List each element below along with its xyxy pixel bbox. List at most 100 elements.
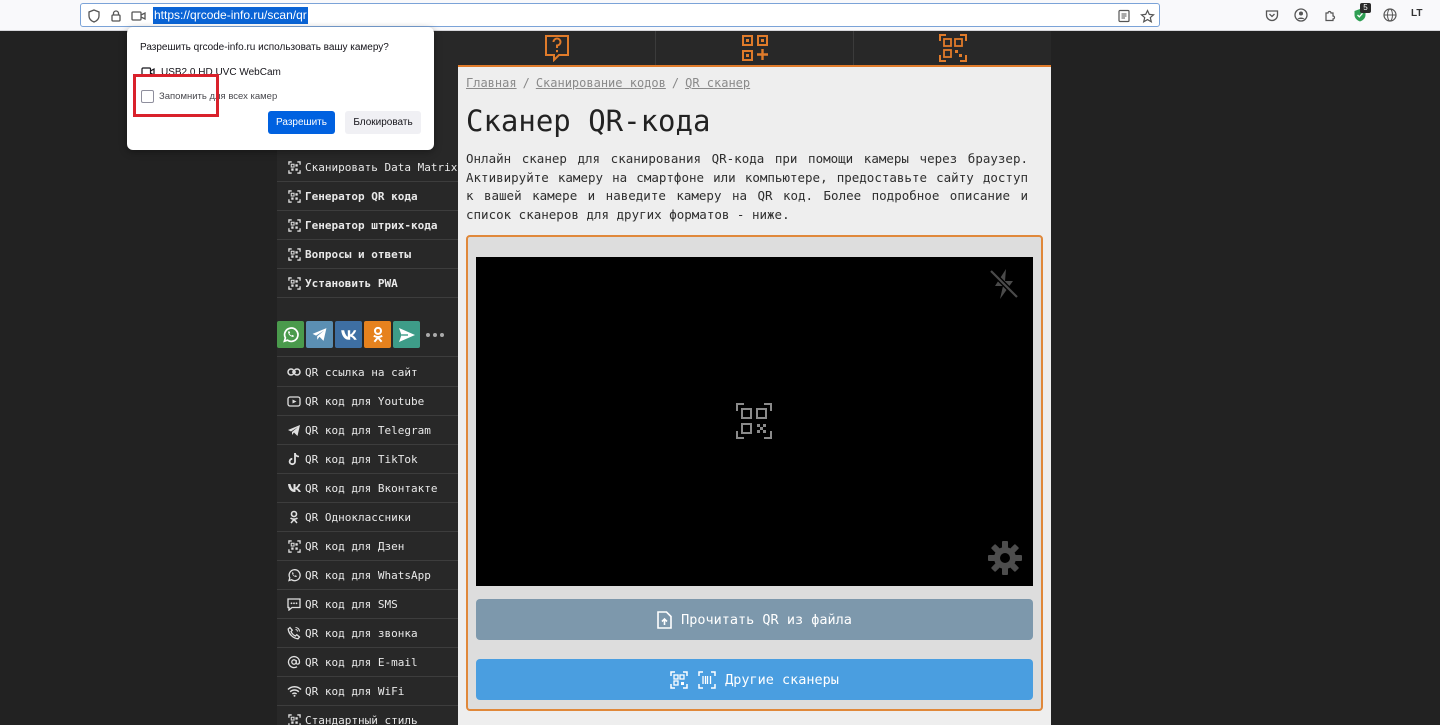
qr-icon <box>286 712 302 725</box>
sidebar-item[interactable]: Стандартный стиль <box>277 706 458 725</box>
sidebar-item-label: QR код для Вконтакте <box>305 481 438 495</box>
sidebar-item[interactable]: QR код для Telegram <box>277 416 458 445</box>
sidebar-item[interactable]: QR код для звонка <box>277 619 458 648</box>
sidebar-item-label: QR код для звонка <box>305 626 418 640</box>
barcode-scan-icon <box>698 670 716 689</box>
share-share-icon[interactable] <box>393 321 420 348</box>
sidebar-item[interactable]: QR Одноклассники <box>277 503 458 532</box>
whatsapp-icon <box>286 567 302 583</box>
main-content: Главная / Сканирование кодов / QR сканер Ска… <box>458 67 1051 725</box>
wifi-icon <box>286 683 302 699</box>
sidebar-item-label: QR код для Telegram <box>305 423 431 437</box>
qr-icon <box>286 188 302 204</box>
nav-qr-generator[interactable] <box>655 31 853 65</box>
lock-icon[interactable] <box>108 8 124 24</box>
breadcrumb: Главная / Сканирование кодов / QR сканер <box>466 76 750 90</box>
link-icon <box>286 364 302 380</box>
camera-permission-icon[interactable] <box>130 8 146 24</box>
sidebar-item-label: QR код для TikTok <box>305 452 418 466</box>
qr-scan-icon <box>670 670 688 689</box>
breadcrumb-qr-scanner[interactable]: QR сканер <box>685 76 750 90</box>
nav-qr-scanner[interactable] <box>853 31 1051 65</box>
camera-viewport[interactable] <box>476 257 1033 586</box>
sidebar-item[interactable]: QR код для SMS <box>277 590 458 619</box>
telegram-share-icon[interactable] <box>306 321 333 348</box>
whatsapp-share-icon[interactable] <box>277 321 304 348</box>
sidebar-item[interactable]: Вопросы и ответы <box>277 240 458 269</box>
vk-share-icon[interactable] <box>335 321 362 348</box>
sidebar-item-label: QR код для Youtube <box>305 394 425 408</box>
page-title: Сканер QR-кода <box>466 104 711 138</box>
scanner-panel: Прочитать QR из файла Другие сканеры <box>466 235 1043 711</box>
sidebar-item[interactable]: Установить PWA <box>277 269 458 298</box>
profile-label[interactable]: LT <box>1411 8 1429 19</box>
allow-button[interactable]: Разрешить <box>268 111 335 134</box>
pocket-icon[interactable] <box>1264 7 1280 23</box>
extension-badge: 5 <box>1360 3 1371 13</box>
breadcrumb-home[interactable]: Главная <box>466 76 517 90</box>
sidebar-item-label: QR код для WiFi <box>305 684 405 698</box>
address-bar[interactable]: https://qrcode-info.ru/scan/qr <box>80 3 1160 27</box>
sidebar-item[interactable]: QR код для Вконтакте <box>277 474 458 503</box>
breadcrumb-code-scanning[interactable]: Сканирование кодов <box>536 76 666 90</box>
sidebar-item[interactable]: QR код для Дзен <box>277 532 458 561</box>
sidebar-item-label: QR код для Дзен <box>305 539 405 553</box>
breadcrumb-separator: / <box>671 76 680 90</box>
other-scanners-button[interactable]: Другие сканеры <box>476 659 1033 700</box>
sidebar-item-label: QR код для WhatsApp <box>305 568 431 582</box>
sidebar-item-label: Генератор штрих-кода <box>305 218 438 232</box>
odnoklassniki-share-icon[interactable] <box>364 321 391 348</box>
top-nav <box>458 31 1051 67</box>
sidebar-item-label: QR код для SMS <box>305 597 398 611</box>
qr-plus-icon <box>741 35 768 61</box>
globe-icon[interactable] <box>1382 7 1398 23</box>
sidebar-item-label: Установить PWA <box>305 276 398 290</box>
sidebar-item[interactable]: QR код для WhatsApp <box>277 561 458 590</box>
odnoklassniki-icon <box>286 509 302 525</box>
other-scanners-label: Другие сканеры <box>725 671 839 688</box>
at-icon <box>286 654 302 670</box>
intro-text: Онлайн сканер для сканирования QR-кода п… <box>466 151 1028 222</box>
account-icon[interactable] <box>1293 7 1309 23</box>
nav-faq[interactable] <box>458 31 655 65</box>
permission-title: Разрешить qrcode-info.ru использовать ва… <box>140 42 389 53</box>
sidebar-item-label: QR ссылка на сайт <box>305 365 418 379</box>
qr-icon <box>286 538 302 554</box>
sidebar-item-label: Сканировать Data Matrix <box>305 160 458 174</box>
read-qr-from-file-label: Прочитать QR из файла <box>681 611 852 628</box>
file-upload-icon <box>657 610 672 629</box>
shield-icon[interactable] <box>86 8 102 24</box>
sidebar-item[interactable]: QR код для Youtube <box>277 387 458 416</box>
flash-off-icon[interactable] <box>987 267 1021 301</box>
settings-gear-icon[interactable] <box>987 540 1023 576</box>
sidebar-item[interactable]: Генератор QR кода <box>277 182 458 211</box>
tiktok-icon <box>286 451 302 467</box>
more-dots-icon[interactable] <box>422 321 448 348</box>
sidebar-item[interactable]: QR ссылка на сайт <box>277 358 458 387</box>
sidebar-item-label: QR Одноклассники <box>305 510 411 524</box>
social-share-row <box>277 313 458 357</box>
question-icon <box>544 35 569 62</box>
phone-icon <box>286 625 302 641</box>
qr-icon <box>286 275 302 291</box>
bookmark-star-icon[interactable] <box>1139 8 1155 24</box>
sidebar-item-label: Вопросы и ответы <box>305 247 411 261</box>
qr-icon <box>286 159 302 175</box>
sidebar-item[interactable]: Сканировать Data Matrix <box>277 153 458 182</box>
reader-view-icon[interactable] <box>1116 8 1132 24</box>
sms-icon <box>286 596 302 612</box>
sidebar-item[interactable]: QR код для E-mail <box>277 648 458 677</box>
qr-icon <box>286 246 302 262</box>
extensions-icon[interactable] <box>1322 7 1338 23</box>
sidebar-item[interactable]: QR код для WiFi <box>277 677 458 706</box>
qr-icon <box>286 217 302 233</box>
url-text[interactable]: https://qrcode-info.ru/scan/qr <box>153 7 308 24</box>
sidebar-item[interactable]: Генератор штрих-кода <box>277 211 458 240</box>
telegram-icon <box>286 422 302 438</box>
block-button[interactable]: Блокировать <box>345 111 421 134</box>
read-qr-from-file-button[interactable]: Прочитать QR из файла <box>476 599 1033 640</box>
sidebar-item[interactable]: QR код для TikTok <box>277 445 458 474</box>
sidebar-item-label: Стандартный стиль <box>305 713 418 725</box>
breadcrumb-separator: / <box>522 76 530 90</box>
youtube-icon <box>286 393 302 409</box>
